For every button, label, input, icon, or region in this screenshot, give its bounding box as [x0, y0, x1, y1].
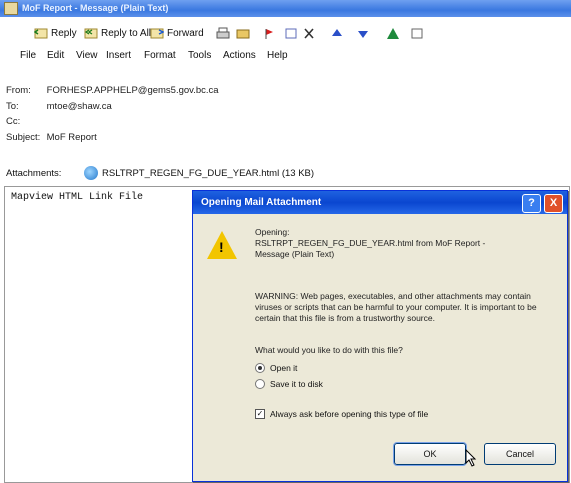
menu-actions[interactable]: Actions [223, 50, 256, 61]
categories-icon [284, 27, 298, 40]
print-button[interactable] [216, 27, 230, 40]
forward-button[interactable]: Forward [150, 27, 204, 40]
always-ask-label: Always ask before opening this type of f… [270, 409, 429, 419]
warning-text: WARNING: Web pages, executables, and oth… [255, 291, 537, 323]
message-body-text: Mapview HTML Link File [11, 192, 144, 203]
address-book-icon [386, 27, 400, 40]
html-file-icon [84, 166, 98, 180]
down-arrow-icon [356, 27, 370, 40]
menu-insert[interactable]: Insert [106, 50, 131, 61]
reply-all-button[interactable]: Reply to All [84, 27, 151, 40]
options-icon [410, 27, 424, 40]
radio-open-indicator [255, 363, 265, 373]
window-title: MoF Report - Message (Plain Text) [22, 3, 169, 13]
printer-icon [216, 27, 230, 40]
attachment-file[interactable]: RSLTRPT_REGEN_FG_DUE_YEAR.html (13 KB) [82, 165, 316, 181]
menu-tools[interactable]: Tools [188, 50, 211, 61]
opening-message: Message (Plain Text) [255, 249, 335, 259]
always-ask-checkbox[interactable]: ✓ Always ask before opening this type of… [255, 409, 428, 419]
next-item-button[interactable] [356, 27, 370, 40]
forward-icon [150, 27, 165, 40]
flag-icon [262, 27, 276, 40]
reply-icon [33, 27, 48, 40]
find-contact-button[interactable] [386, 27, 400, 40]
up-arrow-icon [330, 27, 344, 40]
to-value[interactable]: mtoe@shaw.ca [47, 101, 112, 112]
menu-edit[interactable]: Edit [47, 50, 64, 61]
delete-button[interactable] [302, 27, 316, 40]
subject-row: Subject: MoF Report [6, 132, 97, 143]
radio-open-it[interactable]: Open it [255, 363, 297, 373]
warning-exclamation: ! [219, 239, 224, 255]
reply-label: Reply [51, 28, 77, 39]
radio-save-label: Save it to disk [270, 379, 323, 389]
cancel-button[interactable]: Cancel [484, 443, 556, 465]
window-title-bar: MoF Report - Message (Plain Text) [0, 0, 571, 17]
help-button[interactable]: ? [522, 194, 541, 213]
opening-label: Opening: [255, 227, 290, 237]
from-label: From: [6, 85, 31, 96]
close-button[interactable]: X [544, 194, 563, 213]
subject-label: Subject: [6, 132, 41, 143]
checkbox-check-icon: ✓ [255, 409, 265, 419]
folder-icon [236, 27, 250, 40]
attachment-file-name: RSLTRPT_REGEN_FG_DUE_YEAR.html (13 KB) [102, 167, 315, 179]
menu-view[interactable]: View [76, 50, 98, 61]
envelope-icon [4, 2, 18, 15]
radio-save-indicator [255, 379, 265, 389]
mouse-pointer-icon [465, 449, 477, 467]
cc-row: Cc: [6, 116, 44, 127]
subject-value: MoF Report [46, 132, 97, 143]
menu-format[interactable]: Format [144, 50, 176, 61]
reply-button[interactable]: Reply [33, 27, 77, 40]
menu-help[interactable]: Help [267, 50, 288, 61]
dialog-title-bar: Opening Mail Attachment ? X [193, 191, 567, 214]
opening-attachment-dialog: Opening Mail Attachment ? X ! Opening: R… [192, 190, 568, 482]
forward-label: Forward [167, 28, 204, 39]
radio-save-to-disk[interactable]: Save it to disk [255, 379, 323, 389]
from-row: From: FORHESP.APPHELP@gems5.gov.bc.ca [6, 85, 219, 96]
move-button[interactable] [236, 27, 250, 40]
flag-button[interactable] [262, 27, 276, 40]
from-value[interactable]: FORHESP.APPHELP@gems5.gov.bc.ca [47, 85, 219, 96]
dialog-title: Opening Mail Attachment [201, 197, 322, 208]
reply-all-icon [84, 27, 98, 40]
delete-icon [302, 27, 316, 40]
attachments-label: Attachments: [6, 167, 62, 179]
to-label: To: [6, 101, 19, 112]
radio-open-label: Open it [270, 363, 298, 373]
cc-label: Cc: [6, 116, 21, 127]
menu-bar: File Edit View Insert Format Tools Actio… [0, 47, 571, 65]
to-row: To: mtoe@shaw.ca [6, 101, 112, 112]
previous-item-button[interactable] [330, 27, 344, 40]
reply-all-label: Reply to All [101, 28, 152, 39]
opening-file: RSLTRPT_REGEN_FG_DUE_YEAR.html from MoF … [255, 238, 486, 248]
categories-button[interactable] [284, 27, 298, 40]
options-button[interactable] [410, 27, 424, 40]
attachments-row: Attachments: RSLTRPT_REGEN_FG_DUE_YEAR.h… [6, 165, 316, 181]
question-text: What would you like to do with this file… [255, 345, 403, 355]
menu-file[interactable]: File [20, 50, 36, 61]
toolbar: Reply Reply to All Forward [0, 17, 571, 47]
ok-button[interactable]: OK [393, 442, 467, 466]
